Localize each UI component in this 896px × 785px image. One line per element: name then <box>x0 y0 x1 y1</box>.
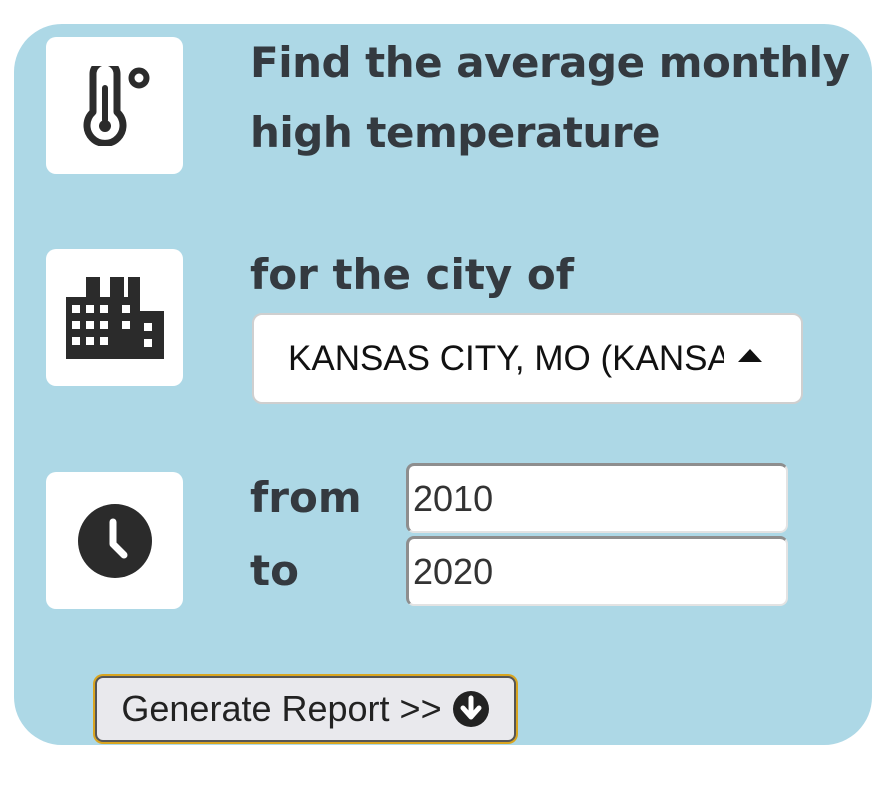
clock-icon <box>77 503 152 578</box>
from-label: from <box>250 473 362 522</box>
to-label: to <box>250 546 299 595</box>
city-select-value: KANSAS CITY, MO (KANSAS CITY INTERNATION… <box>288 339 724 378</box>
to-year-input[interactable] <box>406 536 788 606</box>
city-icon-box <box>46 249 183 386</box>
generate-report-label: Generate Report >> <box>121 688 442 729</box>
city-select[interactable]: KANSAS CITY, MO (KANSAS CITY INTERNATION… <box>252 313 803 404</box>
from-year-input[interactable] <box>406 463 788 533</box>
generate-report-button[interactable]: Generate Report >> <box>95 676 516 742</box>
thermometer-degree-icon <box>83 65 149 146</box>
temperature-icon-box <box>46 37 183 174</box>
time-icon-box <box>46 472 183 609</box>
caret-up-icon <box>738 349 762 362</box>
city-label: for the city of <box>250 250 575 299</box>
title-line-1: Find the average monthly <box>250 38 850 87</box>
city-buildings-icon <box>65 276 164 359</box>
arrow-circle-down-icon <box>452 690 490 728</box>
page-title: Find the average monthly high temperatur… <box>250 28 850 168</box>
title-line-2: high temperature <box>250 108 661 157</box>
